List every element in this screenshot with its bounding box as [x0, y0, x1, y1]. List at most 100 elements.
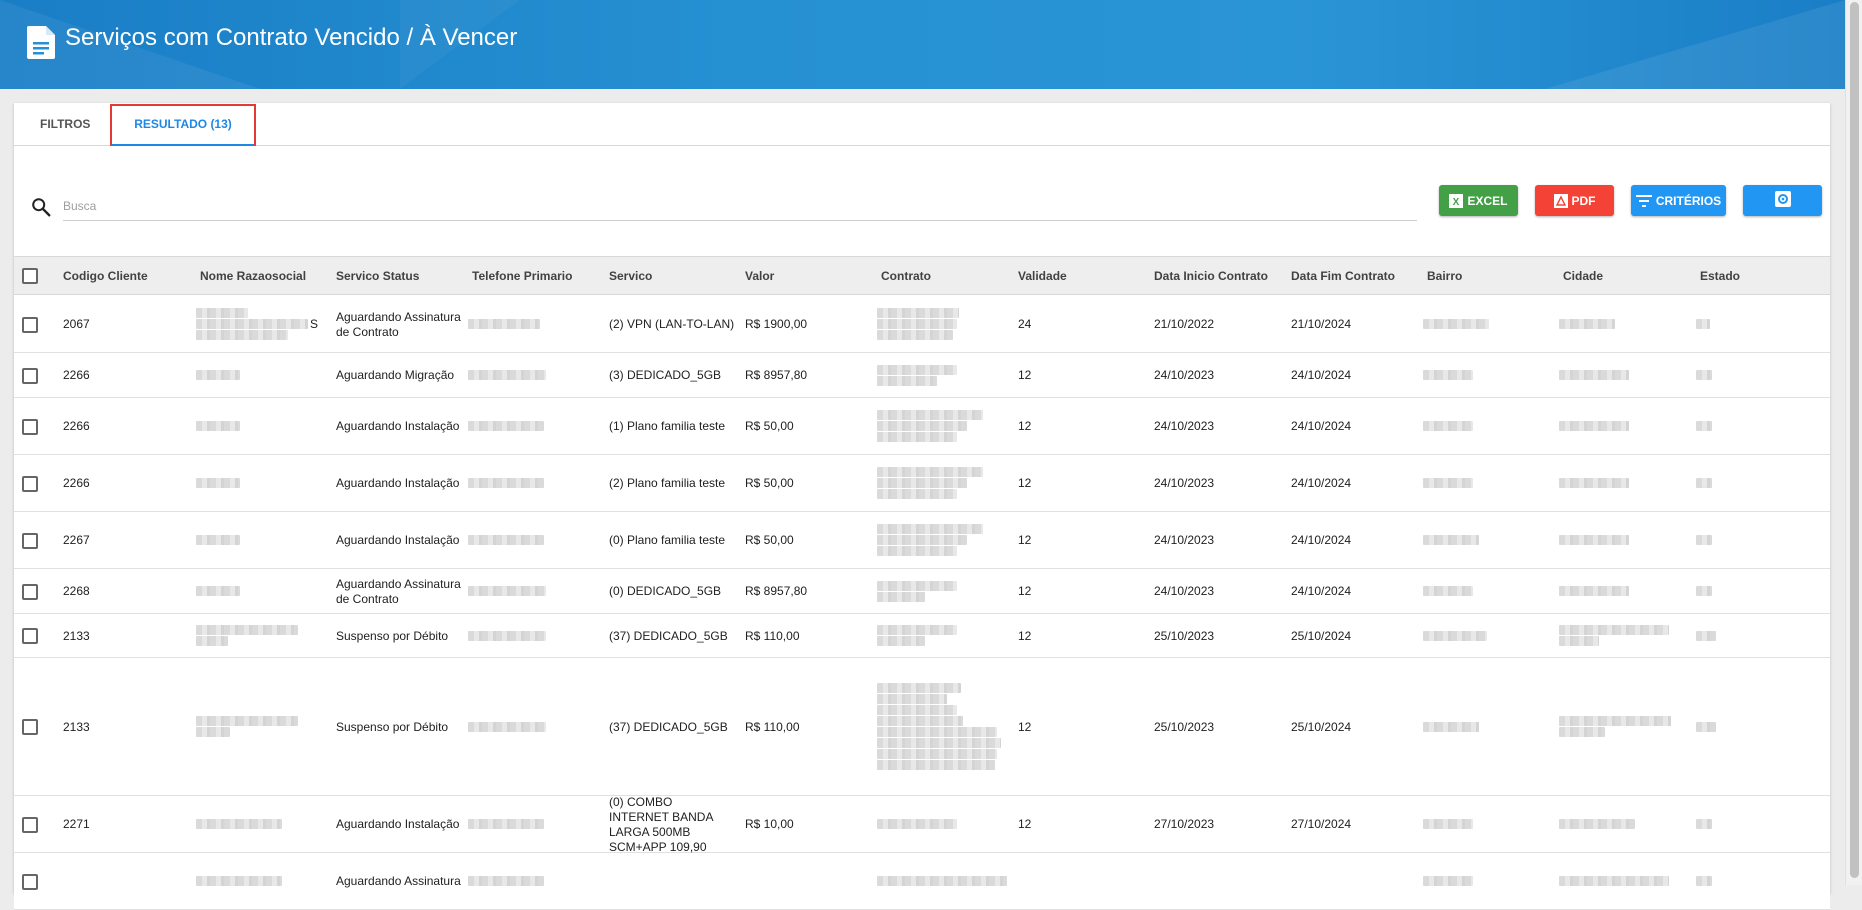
- column-header[interactable]: Contrato: [881, 257, 931, 296]
- redacted-text: [196, 478, 240, 488]
- cell-servico-status: Aguardando Assinatura: [336, 874, 461, 888]
- redacted-text: [1559, 727, 1605, 737]
- redacted-text: [1559, 819, 1635, 829]
- column-header[interactable]: Cidade: [1563, 257, 1603, 296]
- redacted-text: [1423, 586, 1473, 596]
- row-checkbox[interactable]: [22, 873, 38, 890]
- row-checkbox[interactable]: [22, 316, 38, 333]
- cell-codigo-cliente: 2266: [63, 476, 90, 490]
- table-header: Codigo Cliente Nome Razaosocial Servico …: [14, 256, 1830, 295]
- redacted-text: [877, 432, 957, 442]
- row-checkbox[interactable]: [22, 628, 38, 644]
- criterios-button[interactable]: CRITÉRIOS: [1631, 185, 1726, 216]
- row-checkbox[interactable]: [22, 583, 38, 600]
- column-header[interactable]: Validade: [1018, 257, 1067, 296]
- page-header: Serviços com Contrato Vencido / À Vencer: [0, 0, 1845, 89]
- redacted-text: [196, 625, 298, 635]
- cell-valor: R$ 1900,00: [745, 317, 808, 331]
- table-row[interactable]: 2267 Aguardando Instalação (0) Plano famil…: [14, 512, 1830, 569]
- cell-validade: 12: [1018, 368, 1032, 382]
- cell-servico-status: Aguardando Instalação: [336, 419, 460, 433]
- redacted-text: [1559, 586, 1629, 596]
- cell-servico: (1) Plano familia teste: [609, 419, 726, 433]
- row-checkbox[interactable]: [22, 475, 38, 492]
- column-header[interactable]: Nome Razaosocial: [200, 257, 306, 296]
- redacted-text: [877, 308, 959, 318]
- table-row[interactable]: 2268 Aguardando Assinatura de Contrato (0)…: [14, 569, 1830, 614]
- cell-validade: 12: [1018, 533, 1032, 547]
- table-row[interactable]: 2133 Suspenso por Débito (37) DEDICADO_5GB…: [14, 658, 1830, 796]
- column-header[interactable]: Data Fim Contrato: [1291, 257, 1395, 296]
- cell-codigo-cliente: 2267: [63, 533, 90, 547]
- redacted-text: [1423, 421, 1473, 431]
- redacted-text: [877, 636, 925, 646]
- redacted-text: [468, 421, 544, 431]
- column-header[interactable]: Servico Status: [336, 257, 419, 296]
- table-row[interactable]: 2266 Aguardando Migração (3) DEDICADO_5GB R…: [14, 353, 1830, 398]
- column-header[interactable]: Bairro: [1427, 257, 1462, 296]
- row-checkbox[interactable]: [22, 532, 38, 549]
- column-header[interactable]: Valor: [745, 257, 774, 296]
- redacted-text: [468, 478, 544, 488]
- redacted-text: [1423, 535, 1479, 545]
- cell-nome-suffix: S: [310, 317, 319, 331]
- cell-codigo-cliente: 2271: [63, 817, 90, 831]
- tab-resultado[interactable]: RESULTADO (13): [110, 103, 256, 146]
- cell-servico: [609, 853, 735, 910]
- row-checkbox[interactable]: [22, 719, 38, 735]
- cell-servico-status: Suspenso por Débito: [336, 719, 449, 734]
- cell-data-inicio-contrato: 24/10/2023: [1154, 368, 1215, 382]
- redacted-text: [468, 535, 544, 545]
- row-checkbox[interactable]: [22, 367, 38, 384]
- redacted-text: [1559, 535, 1629, 545]
- redacted-text: [877, 580, 957, 591]
- tab-active-indicator: [112, 144, 254, 146]
- column-header[interactable]: Data Inicio Contrato: [1154, 257, 1268, 296]
- row-checkbox[interactable]: [22, 816, 38, 833]
- table-row[interactable]: 2271 Aguardando Instalação (0) COMBO INTER…: [14, 795, 1830, 854]
- tab-filtros[interactable]: FILTROS: [40, 103, 90, 146]
- pdf-button[interactable]: PDF: [1535, 185, 1614, 216]
- column-header[interactable]: Servico: [609, 257, 652, 296]
- cell-valor: R$ 50,00: [745, 533, 794, 547]
- column-header[interactable]: Estado: [1700, 257, 1740, 296]
- redacted-text: [1696, 319, 1710, 329]
- redacted-text: [877, 819, 957, 829]
- redacted-text: [196, 727, 230, 737]
- table-row[interactable]: 2266 Aguardando Instalação (2) Plano famil…: [14, 455, 1830, 512]
- cell-servico: (2) Plano familia teste: [609, 476, 726, 490]
- cell-data-inicio-contrato: 24/10/2023: [1154, 584, 1215, 598]
- redacted-text: [877, 625, 957, 635]
- cell-validade: [1018, 853, 1144, 910]
- cell-data-fim-contrato: 21/10/2024: [1291, 317, 1352, 331]
- redacted-text: [877, 694, 947, 704]
- settings-button[interactable]: [1743, 185, 1822, 216]
- table-row[interactable]: 2266 Aguardando Instalação (1) Plano famil…: [14, 398, 1830, 455]
- table-row[interactable]: 2067 S Aguardando Assinatura de Contrato (2…: [14, 296, 1830, 353]
- redacted-text: [1696, 630, 1716, 641]
- pdf-button-label: PDF: [1571, 193, 1596, 208]
- column-header[interactable]: Telefone Primario: [472, 257, 572, 296]
- redacted-text: [877, 524, 983, 534]
- table-row[interactable]: 2133 Suspenso por Débito (37) DEDICADO_5GB…: [14, 614, 1830, 658]
- redacted-text: [1559, 636, 1599, 646]
- excel-button[interactable]: X EXCEL: [1439, 185, 1518, 216]
- content-card: FILTROS RESULTADO (13) X EXCEL PDF CRITÉ…: [14, 103, 1830, 910]
- redacted-text: [196, 716, 298, 726]
- row-checkbox[interactable]: [22, 418, 38, 435]
- select-all-checkbox[interactable]: [22, 268, 38, 284]
- cell-servico-status: Aguardando Instalação: [336, 476, 460, 490]
- search-input[interactable]: [63, 191, 1417, 221]
- vertical-scrollbar[interactable]: [1845, 0, 1862, 885]
- document-icon: [27, 26, 55, 59]
- criterios-button-label: CRITÉRIOS: [1655, 193, 1722, 208]
- redacted-text: [1696, 819, 1712, 829]
- highlight-box: [110, 104, 256, 146]
- redacted-text: [1696, 721, 1716, 732]
- cell-codigo-cliente: [63, 853, 189, 910]
- redacted-text: [196, 330, 288, 340]
- table-row[interactable]: Aguardando Assinatura: [14, 853, 1830, 910]
- column-header[interactable]: Codigo Cliente: [63, 257, 148, 296]
- redacted-text: [468, 721, 546, 732]
- cell-servico: (0) DEDICADO_5GB: [609, 584, 722, 598]
